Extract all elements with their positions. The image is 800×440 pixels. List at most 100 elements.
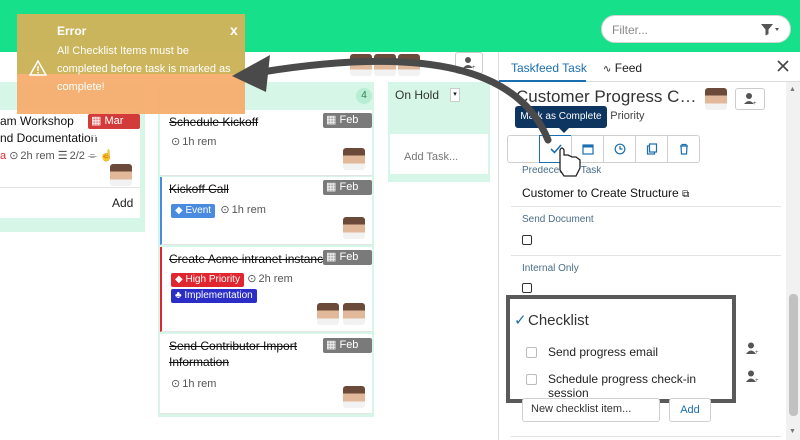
avatar[interactable] [398,54,420,76]
assign-user-button[interactable]: + [735,88,765,110]
calendar-button[interactable] [571,135,604,163]
task-title: Create Acme intranet instance [169,252,330,266]
avatar[interactable] [350,54,372,76]
priority-marker: a [0,150,7,162]
svg-text:+: + [755,350,759,355]
due-date-badge: ▦ Feb 12 [323,113,372,139]
copy-button[interactable] [635,135,668,163]
field-label-internal-only: Internal Only [522,263,579,274]
avatar [343,148,365,170]
user-assign-icon: + [744,93,757,107]
checklist-item: Schedule progress check-in session [548,372,697,400]
remaining-time: ⊙ 1h rem [220,203,266,217]
checklist-item: Send progress email [548,345,659,359]
send-document-checkbox[interactable] [522,235,532,245]
tab-feed[interactable]: ∿ Feed [603,61,642,75]
clock-icon: ⊙ [9,150,19,162]
close-icon[interactable] [775,58,791,74]
clock-icon: ⊙ [220,204,230,216]
task-title: Customer Progress Check ... [516,87,701,106]
task-detail-panel: Taskfeed Task ∿ Feed Customer Progress C… [498,52,800,440]
due-date-badge: ▦ Feb 12 [323,338,372,364]
checklist-icon: ☰ [57,150,68,162]
link-icon: ⌯ [87,150,97,162]
chevron-down-icon: ▾ [453,91,457,98]
task-title-line2: nd Documentation [0,131,98,145]
task-title: Schedule Kickoff [169,115,259,129]
internal-only-checkbox[interactable] [522,283,532,293]
scroll-down-icon[interactable]: ▼ [789,428,796,435]
calendar-icon [581,144,594,155]
calendar-icon: ▦ [326,251,337,263]
task-card[interactable]: am Workshop nd Documentation ▦ Mar 13 a … [0,110,140,188]
assign-user-icon[interactable]: + [744,369,760,383]
clock-icon: ⊙ [171,136,181,148]
tag-event: ◆ Event [171,204,216,218]
add-task-placeholder: Add Task... [404,151,459,163]
toolbar-button[interactable] [507,135,540,163]
team-avatars [350,54,420,78]
filter-box[interactable] [601,15,791,43]
close-icon[interactable]: x [230,22,238,38]
divider [511,436,781,437]
add-checklist-item-button[interactable]: Add [669,398,711,422]
trash-icon [679,143,688,155]
assign-user-button[interactable]: + [455,52,483,74]
add-button[interactable]: Add [112,196,133,210]
copy-icon [646,143,657,155]
external-link-icon: ⧉ [682,189,690,200]
card-tags: ♣ Implementation [171,287,257,303]
tooltip-arrow [559,128,569,133]
new-checklist-item-input[interactable] [531,403,651,415]
action-toolbar [507,135,700,163]
column-menu-button[interactable]: ▾ [450,88,460,102]
time-button[interactable] [603,135,636,163]
due-date-badge: ▦ Feb 12 [323,250,372,276]
checklist-item-checkbox[interactable] [526,374,537,385]
tab-taskfeed-task[interactable]: Taskfeed Task [511,61,587,75]
task-card[interactable]: Create Acme intranet instance ▦ Feb 12 ◆… [160,247,372,332]
check-icon: ✓ [514,312,527,329]
scroll-up-icon[interactable]: ▲ [789,86,796,93]
checklist-item-checkbox[interactable] [526,347,537,358]
filter-input[interactable] [612,21,752,38]
tooltip-mark-complete: Mark as Complete [515,106,607,128]
mark-complete-button[interactable] [539,135,572,163]
tag-icon: ◆ [175,205,183,216]
panel-scrollbar[interactable]: ▲ ▼ [786,82,800,440]
filter-icon[interactable] [760,22,780,37]
column-count-badge: 4 [356,88,372,104]
delete-button[interactable] [667,135,700,163]
card-meta: ◆ High Priority ⊙ 2h rem [171,271,293,287]
assign-user-icon[interactable]: + [744,341,760,355]
task-title: Send Contributor Import [169,339,298,353]
due-date-badge: ▦ Feb 12 [323,180,372,206]
checklist-section: ✓ Checklist Send progress email Schedule… [506,295,736,403]
user-assign-icon: + [463,57,476,71]
scroll-thumb[interactable] [789,294,798,416]
error-message: All Checklist Items must be completed be… [57,45,231,93]
check-icon [549,144,562,154]
svg-text:+: + [753,101,757,107]
calendar-icon: ▦ [326,181,337,193]
checklist-count: ☰ 2/2 [57,149,85,163]
task-card[interactable]: Kickoff Call ▦ Feb 12 ◆ Event ⊙ 1h rem [160,177,372,245]
error-title: Error [57,24,87,38]
avatar [343,303,365,325]
tag-high-priority: ◆ High Priority [171,273,244,287]
task-card[interactable]: Send Contributor Import Information ▦ Fe… [160,334,372,414]
add-task-box[interactable]: Add Task... [390,134,488,174]
svg-text:+: + [755,378,759,383]
predecessor-link[interactable]: Customer to Create Structure ⧉ [522,186,689,200]
divider [511,255,781,256]
calendar-icon: ▦ [326,114,337,126]
error-toast: Error All Checklist Items must be comple… [17,14,245,114]
avatar[interactable] [705,88,727,110]
active-tab-indicator [499,80,586,82]
avatar[interactable] [374,54,396,76]
hand-icon: ☝ [99,150,114,162]
svg-text:+: + [472,65,476,71]
remaining-time: ⊙ 2h rem [247,272,293,286]
task-card[interactable]: Schedule Kickoff ▦ Feb 12 ⊙ 1h rem [160,110,372,176]
new-checklist-item-field[interactable] [522,398,660,422]
